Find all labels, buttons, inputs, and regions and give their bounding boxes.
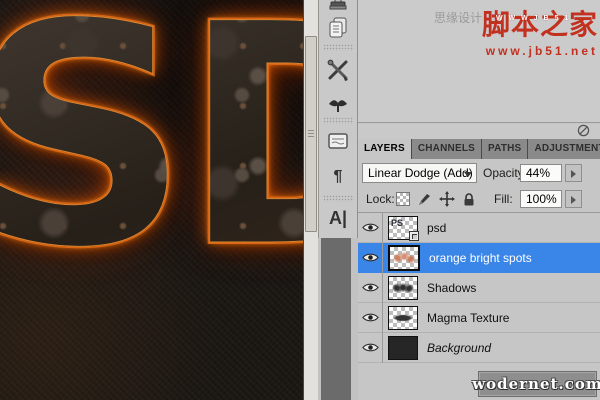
lock-transparency-icon[interactable] [396,192,410,206]
clone-source-icon[interactable] [323,0,353,15]
layer-thumbnail[interactable] [388,245,420,271]
lock-all-padlock-icon[interactable] [462,192,476,207]
opacity-input[interactable]: 44% [520,164,562,182]
layer-name[interactable]: Shadows [427,281,476,295]
brush-presets-icon[interactable] [323,92,353,116]
watermark-prefix: 思缘设计 [434,11,482,25]
scrollbar-grip [308,130,314,138]
layer-comps-icon[interactable] [323,16,353,40]
layer-thumbnail[interactable] [388,336,418,360]
watermark-url: www.jb51.net [434,44,598,58]
tab-paths[interactable]: PATHS [482,139,528,159]
lock-pixels-brush-icon[interactable] [417,192,432,207]
visibility-toggle[interactable] [358,273,383,303]
visibility-toggle[interactable] [358,243,383,273]
eye-icon [362,342,379,353]
layer-name[interactable]: psd [427,221,446,235]
watermark-overlay-text: W W W J B 5 1 [496,15,570,22]
visibility-toggle[interactable] [358,303,383,333]
layer-name[interactable]: orange bright spots [429,251,532,265]
layer-list: PS psd orange bright spots [358,212,600,363]
notes-panel-icon[interactable] [323,129,353,153]
dock-separator [323,44,354,51]
watermark-jb51: 思缘设计脚本之家W W W J B 5 1 www.jb51.net [434,3,598,58]
watermark-wodernet: wodernet.com [478,371,597,397]
watermark-title: 脚本之家 [482,8,598,41]
layers-panel-group: 思缘设计脚本之家W W W J B 5 1 www.jb51.net LAYER… [358,0,600,400]
layer-thumbnail[interactable] [388,276,418,300]
tool-presets-icon[interactable] [323,58,353,82]
visibility-toggle[interactable] [358,333,383,363]
tab-adjustment[interactable]: ADJUSTMENT [528,139,600,159]
layer-row[interactable]: Shadows [358,273,600,303]
eye-icon [362,312,379,323]
layer-name[interactable]: Magma Texture [427,311,509,325]
layer-row[interactable]: Background [358,333,600,363]
tab-layers[interactable]: LAYERS [358,139,412,159]
layer-row[interactable]: PS psd [358,213,600,243]
lock-row: Lock: Fill: 100% [358,187,600,212]
paragraph-panel-icon[interactable]: ¶ [323,165,353,189]
lock-label: Lock: [366,189,395,209]
layer-thumbnail[interactable]: PS [388,216,418,240]
scrollbar-thumb[interactable] [305,36,317,232]
dock-background [318,238,358,400]
fill-slider-button[interactable] [565,190,582,208]
eye-icon [362,282,379,293]
chevron-down-icon [464,172,472,177]
canvas-vertical-scrollbar[interactable] [303,0,318,400]
opacity-slider-button[interactable] [565,164,582,182]
panel-tabs: LAYERSCHANNELSPATHSADJUSTMENTMA [358,139,600,159]
blend-mode-row: Linear Dodge (Add) Opacity: 44% [358,161,600,186]
lock-position-move-icon[interactable] [439,191,455,207]
layer-thumbnail[interactable] [388,306,418,330]
smart-object-badge [409,231,419,241]
canvas-text: SD SD [0,0,303,289]
layer-row[interactable]: orange bright spots [358,243,600,273]
character-panel-icon[interactable]: A| [323,206,353,230]
layer-row[interactable]: Magma Texture [358,303,600,333]
circle-slash-icon [577,124,590,137]
tab-channels[interactable]: CHANNELS [412,139,482,159]
visibility-toggle[interactable] [358,213,383,243]
dock-separator [323,195,354,202]
eye-icon [362,252,379,263]
fill-label: Fill: [494,189,513,209]
photoshop-workspace: SD SD ¶ A| [0,0,600,400]
layer-name[interactable]: Background [427,341,491,355]
panel-status-strip [358,124,600,139]
panel-dock: ¶ A| [318,0,358,238]
dock-separator [323,117,354,124]
eye-icon [362,222,379,233]
blend-mode-select[interactable]: Linear Dodge (Add) [362,163,477,183]
fill-input[interactable]: 100% [520,190,562,208]
empty-panel-area: 思缘设计脚本之家W W W J B 5 1 www.jb51.net [358,0,600,123]
document-canvas[interactable]: SD SD [0,0,303,400]
